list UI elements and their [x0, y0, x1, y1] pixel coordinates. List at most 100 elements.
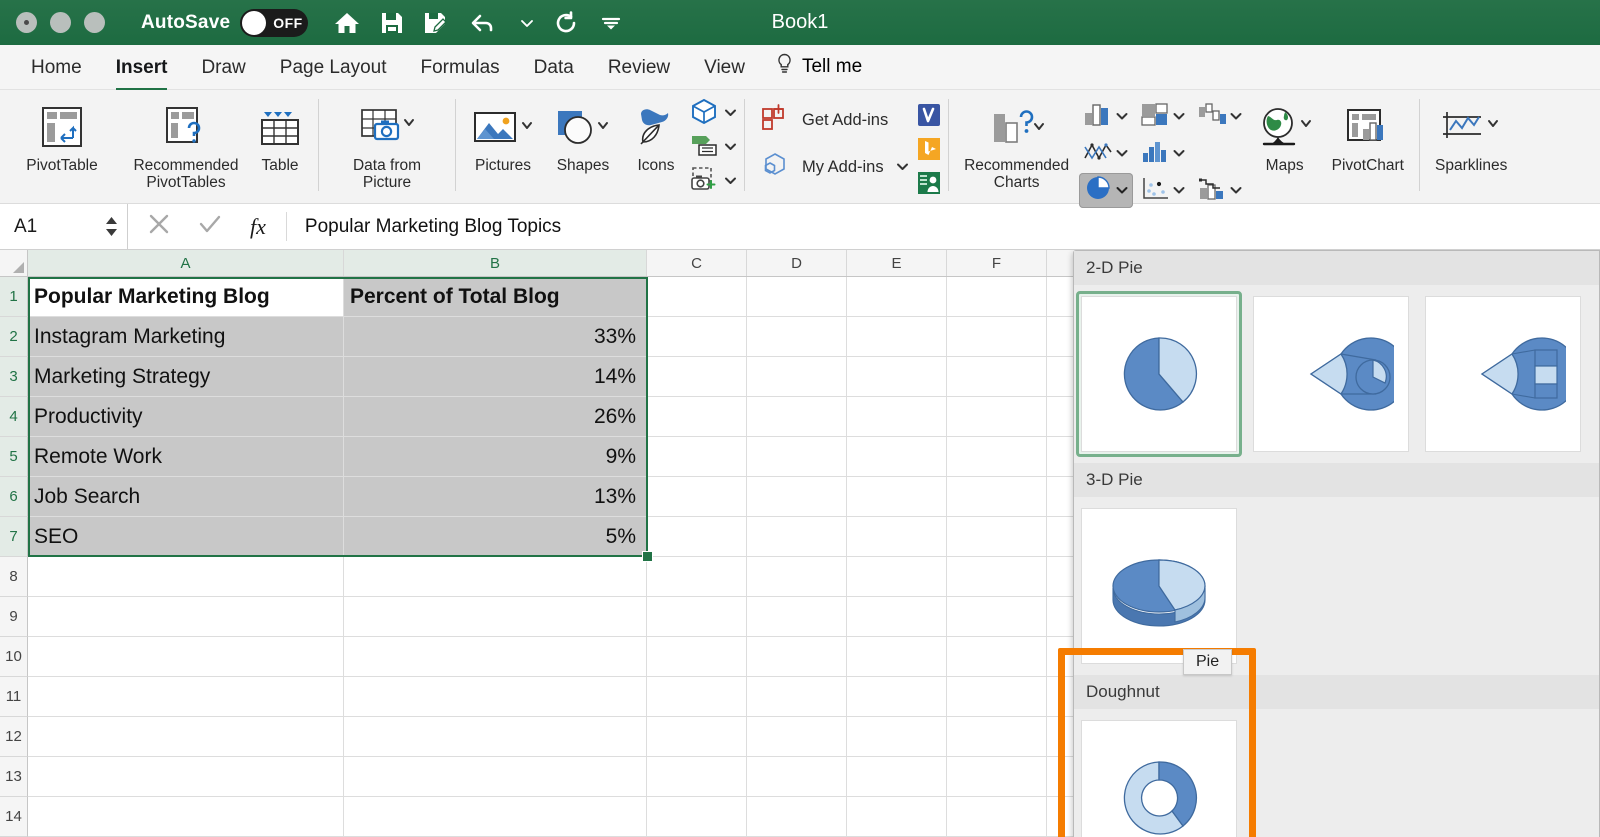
waterfall-chart-dropdown-icon[interactable]	[1229, 108, 1243, 126]
cell-f7[interactable]	[947, 517, 1047, 557]
tab-data[interactable]: Data	[517, 53, 591, 82]
cell-d6[interactable]	[747, 477, 847, 517]
cell-c7[interactable]	[647, 517, 747, 557]
row-header-2[interactable]: 2	[0, 317, 28, 357]
combo-chart-button[interactable]	[1193, 173, 1247, 208]
cell-e11[interactable]	[847, 677, 947, 717]
column-header-a[interactable]: A	[28, 250, 344, 276]
tab-formulas[interactable]: Formulas	[403, 53, 516, 82]
insert-function-icon[interactable]: fx	[250, 214, 266, 240]
cell-c6[interactable]	[647, 477, 747, 517]
cell-e6[interactable]	[847, 477, 947, 517]
cell-b4[interactable]: 26%	[344, 397, 647, 437]
cell-a11[interactable]	[28, 677, 344, 717]
cell-f10[interactable]	[947, 637, 1047, 677]
tell-me-button[interactable]: Tell me	[762, 53, 862, 81]
tab-home[interactable]: Home	[14, 53, 99, 82]
3d-model-icon[interactable]	[690, 98, 718, 129]
tab-page-layout[interactable]: Page Layout	[263, 53, 404, 82]
close-window-button[interactable]	[16, 12, 37, 33]
statistic-chart-dropdown-icon[interactable]	[1172, 145, 1186, 163]
gallery-tile-bar-of-pie[interactable]	[1420, 291, 1586, 457]
cell-b6[interactable]: 13%	[344, 477, 647, 517]
cell-e13[interactable]	[847, 757, 947, 797]
row-header-9[interactable]: 9	[0, 597, 28, 637]
cell-a4[interactable]: Productivity	[28, 397, 344, 437]
cell-c1[interactable]	[647, 277, 747, 317]
cell-d8[interactable]	[747, 557, 847, 597]
cell-d9[interactable]	[747, 597, 847, 637]
cell-e9[interactable]	[847, 597, 947, 637]
cell-b13[interactable]	[344, 757, 647, 797]
cell-d1[interactable]	[747, 277, 847, 317]
cell-f12[interactable]	[947, 717, 1047, 757]
cell-a2[interactable]: Instagram Marketing	[28, 317, 344, 357]
cell-e10[interactable]	[847, 637, 947, 677]
cell-f1[interactable]	[947, 277, 1047, 317]
row-header-7[interactable]: 7	[0, 517, 28, 557]
column-header-b[interactable]: B	[344, 250, 647, 276]
cell-e8[interactable]	[847, 557, 947, 597]
3d-model-row[interactable]	[690, 98, 738, 129]
screenshot-dropdown-icon[interactable]	[723, 173, 738, 191]
cell-a5[interactable]: Remote Work	[28, 437, 344, 477]
cell-e7[interactable]	[847, 517, 947, 557]
cell-d13[interactable]	[747, 757, 847, 797]
cell-c3[interactable]	[647, 357, 747, 397]
my-addins-button[interactable]: My Add-ins	[761, 151, 910, 184]
select-all-button[interactable]	[0, 250, 28, 276]
hierarchy-chart-dropdown-icon[interactable]	[1172, 108, 1186, 126]
cell-b10[interactable]	[344, 637, 647, 677]
people-addin-icon[interactable]	[916, 170, 942, 201]
maximize-window-button[interactable]	[84, 12, 105, 33]
cell-a1[interactable]: Popular Marketing Blog	[28, 277, 344, 317]
row-header-8[interactable]: 8	[0, 557, 28, 597]
row-header-3[interactable]: 3	[0, 357, 28, 397]
cell-f11[interactable]	[947, 677, 1047, 717]
cell-d2[interactable]	[747, 317, 847, 357]
screenshot-row[interactable]	[690, 166, 738, 197]
cell-f8[interactable]	[947, 557, 1047, 597]
fill-handle[interactable]	[642, 551, 653, 562]
waterfall-chart-button[interactable]	[1193, 99, 1247, 134]
row-header-11[interactable]: 11	[0, 677, 28, 717]
tab-draw[interactable]: Draw	[184, 53, 262, 82]
row-header-14[interactable]: 14	[0, 797, 28, 837]
cell-b12[interactable]	[344, 717, 647, 757]
cell-e14[interactable]	[847, 797, 947, 837]
tab-review[interactable]: Review	[591, 53, 687, 82]
shapes-button[interactable]: Shapes	[544, 90, 622, 174]
cell-b8[interactable]	[344, 557, 647, 597]
column-header-e[interactable]: E	[847, 250, 947, 276]
row-header-5[interactable]: 5	[0, 437, 28, 477]
row-header-10[interactable]: 10	[0, 637, 28, 677]
cell-b5[interactable]: 9%	[344, 437, 647, 477]
column-header-f[interactable]: F	[947, 250, 1047, 276]
cell-e5[interactable]	[847, 437, 947, 477]
cell-e2[interactable]	[847, 317, 947, 357]
formula-input[interactable]: Popular Marketing Blog Topics	[287, 204, 561, 249]
cell-d10[interactable]	[747, 637, 847, 677]
cell-b1[interactable]: Percent of Total Blog	[344, 277, 647, 317]
cell-d3[interactable]	[747, 357, 847, 397]
cell-d5[interactable]	[747, 437, 847, 477]
cell-f14[interactable]	[947, 797, 1047, 837]
cell-d7[interactable]	[747, 517, 847, 557]
gallery-tile-doughnut[interactable]	[1076, 715, 1242, 837]
cell-b7[interactable]: 5%	[344, 517, 647, 557]
tab-view[interactable]: View	[687, 53, 762, 82]
cell-b3[interactable]: 14%	[344, 357, 647, 397]
data-from-picture-button[interactable]: Data from Picture	[325, 90, 449, 191]
cell-a6[interactable]: Job Search	[28, 477, 344, 517]
column-chart-dropdown-icon[interactable]	[1115, 108, 1129, 126]
cell-f13[interactable]	[947, 757, 1047, 797]
cell-a14[interactable]	[28, 797, 344, 837]
3d-model-dropdown-icon[interactable]	[723, 105, 738, 123]
maps-button[interactable]: Maps	[1247, 90, 1323, 174]
row-header-12[interactable]: 12	[0, 717, 28, 757]
smartart-icon[interactable]	[690, 133, 718, 162]
home-icon[interactable]	[334, 11, 360, 35]
scatter-chart-dropdown-icon[interactable]	[1172, 182, 1186, 200]
save-edit-icon[interactable]	[424, 11, 450, 35]
icons-button[interactable]: Icons	[622, 90, 690, 174]
